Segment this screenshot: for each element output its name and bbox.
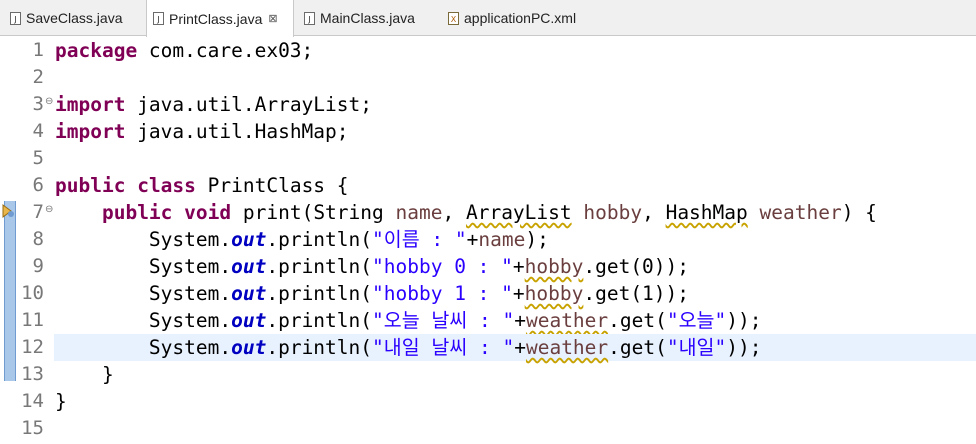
line-number: 14 [21,390,44,412]
line-number: 10 [21,282,44,304]
line-number: 7 [32,201,44,223]
code-line[interactable]: import java.util.ArrayList; [55,91,372,118]
tab-label: SaveClass.java [26,10,123,26]
tab-label: applicationPC.xml [464,10,577,26]
line-number: 1 [32,39,44,61]
line-number: 5 [32,147,44,169]
code-editor[interactable]: 1 package com.care.ex03; 2 3 ⊖ import java.ut… [0,37,976,444]
java-file-icon: J [304,11,315,25]
code-line[interactable]: System.out.println("hobby 0 : "+hobby.ge… [55,253,689,280]
line-number: 9 [32,255,44,277]
line-number: 3 [32,93,44,115]
line-number: 2 [32,66,44,88]
tab-label: MainClass.java [320,10,415,26]
code-line[interactable]: System.out.println("이름 : "+name); [55,226,549,253]
tab-printclass[interactable]: J PrintClass.java ⊠ [146,0,294,37]
tab-saveclass[interactable]: J SaveClass.java [4,0,142,36]
code-line[interactable]: import java.util.HashMap; [55,118,349,145]
line-number: 4 [32,120,44,142]
fold-toggle-icon[interactable]: ⊖ [45,92,53,112]
code-line[interactable]: public class PrintClass { [55,172,349,199]
editor-tab-bar: J SaveClass.java J PrintClass.java ⊠ J M… [0,0,976,37]
line-number: 8 [32,228,44,250]
line-number: 11 [21,309,44,331]
tab-label: PrintClass.java [169,10,263,27]
close-icon[interactable]: ⊠ [268,12,277,25]
xml-file-icon: X [448,11,459,25]
overview-ruler [0,37,16,444]
code-line[interactable]: System.out.println("hobby 1 : "+hobby.ge… [55,280,689,307]
line-number: 12 [21,336,44,358]
code-line[interactable]: public void print(String name, ArrayList… [55,199,877,226]
tab-applicationpc-xml[interactable]: X applicationPC.xml [442,0,602,36]
code-line[interactable]: System.out.println("오늘 날씨 : "+weather.ge… [55,307,762,334]
override-marker-icon[interactable] [1,203,15,219]
line-number: 13 [21,363,44,385]
line-number: 6 [32,174,44,196]
line-number: 15 [21,417,44,439]
code-line[interactable]: } [55,388,67,415]
code-line[interactable]: package com.care.ex03; [55,37,313,64]
java-file-icon: J [10,11,21,25]
java-file-icon: J [153,12,164,25]
tab-mainclass[interactable]: J MainClass.java [298,0,438,36]
fold-toggle-icon[interactable]: ⊖ [45,200,53,220]
code-line[interactable]: } [55,361,114,388]
code-line[interactable]: System.out.println("내일 날씨 : "+weather.ge… [55,334,762,361]
